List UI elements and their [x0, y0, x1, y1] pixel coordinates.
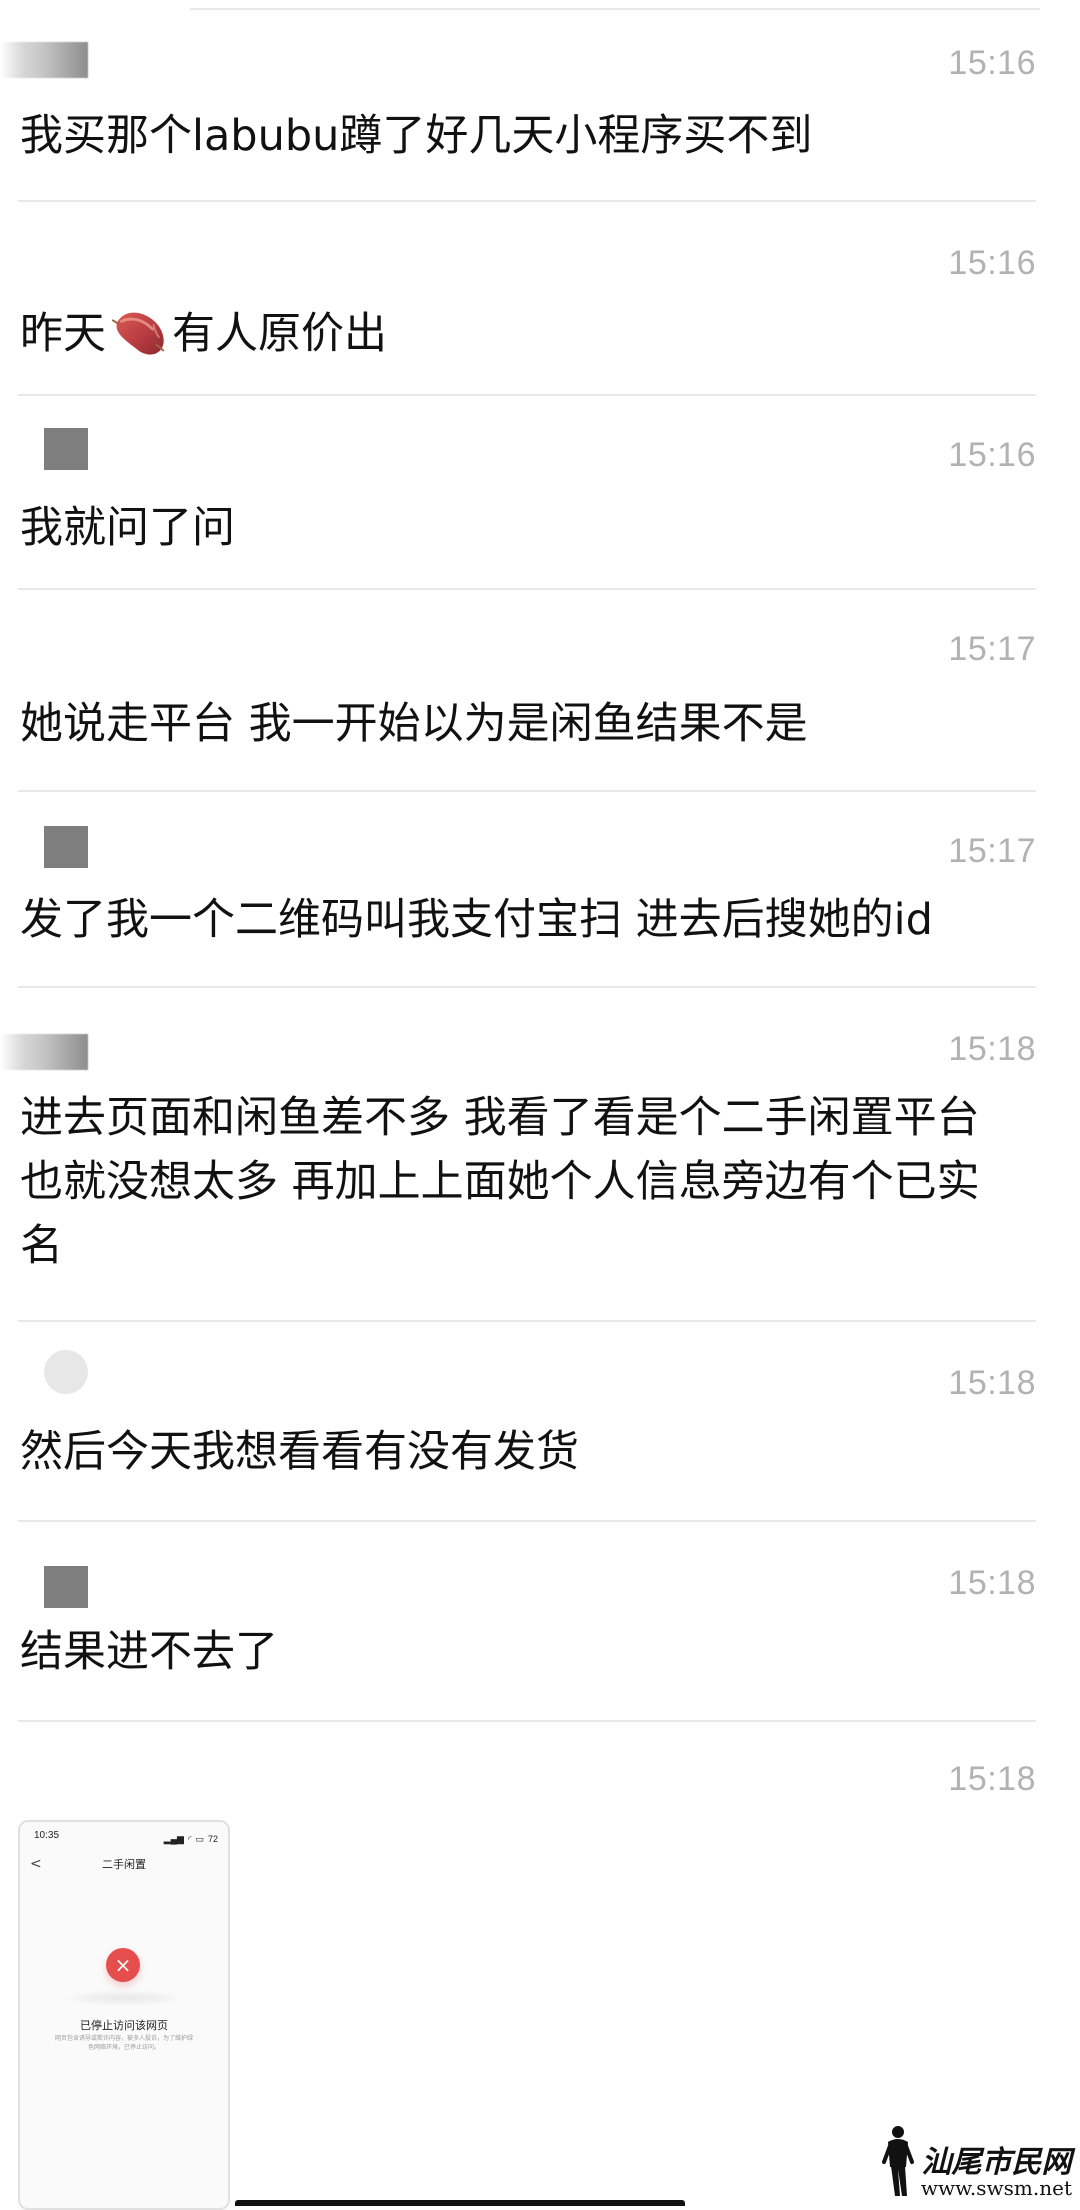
- divider: [18, 790, 1036, 792]
- watermark-title: 汕尾市民网: [921, 2145, 1072, 2180]
- avatar[interactable]: [44, 428, 88, 470]
- close-icon: ×: [106, 1948, 140, 1982]
- home-indicator: [235, 2200, 685, 2206]
- message-time: 15:16: [948, 436, 1036, 474]
- battery-level: 72: [207, 1834, 218, 1844]
- message-time: 15:16: [948, 44, 1036, 82]
- message-time: 15:18: [948, 1030, 1036, 1068]
- message-text: 结果进不去了: [20, 1627, 278, 1677]
- watermark-url: www.swsm.net: [920, 2176, 1072, 2200]
- message-time: 15:18: [948, 1364, 1036, 1402]
- message-text-end: 有人原价出: [172, 309, 387, 359]
- avatar[interactable]: [44, 826, 88, 868]
- phone-status-bar: 10:35 ▂▄▆ ◜ ▭ 72: [34, 1830, 218, 1848]
- message-text: 然后今天我想看看有没有发货: [20, 1427, 579, 1477]
- divider: [18, 1520, 1036, 1522]
- divider: [18, 1320, 1036, 1322]
- message-time: 15:17: [948, 832, 1036, 870]
- watermark-text: 汕尾市民网 www.swsm.net: [920, 2145, 1072, 2200]
- message-time: 15:18: [948, 1760, 1036, 1798]
- screenshot-attachment[interactable]: 10:35 ▂▄▆ ◜ ▭ 72 < 二手闲置 × 已停止访问该网页 网页包含诱…: [18, 1820, 230, 2210]
- divider: [190, 8, 1040, 10]
- avatar[interactable]: [44, 1566, 88, 1608]
- sweet-potato-icon: [111, 312, 165, 355]
- divider: [18, 200, 1036, 202]
- divider: [18, 588, 1036, 590]
- message-text: 她说走平台 我一开始以为是闲鱼结果不是: [20, 699, 808, 749]
- status-time: 10:35: [34, 1830, 60, 1841]
- message-time: 15:17: [948, 630, 1036, 668]
- message-text: 我就问了问: [20, 503, 235, 553]
- signal-icon: ▂▄▆: [163, 1833, 184, 1844]
- status-icons: ▂▄▆ ◜ ▭ 72: [164, 1830, 218, 1848]
- divider: [18, 986, 1036, 988]
- message-text: 发了我一个二维码叫我支付宝扫 进去后搜她的id: [20, 895, 933, 945]
- site-watermark: 汕尾市民网 www.swsm.net: [879, 2124, 1072, 2198]
- avatar[interactable]: [0, 42, 88, 78]
- message-text-start: 昨天: [20, 309, 106, 359]
- person-logo-icon: [881, 2126, 914, 2196]
- error-shadow: [62, 1990, 186, 2006]
- message-time: 15:18: [948, 1564, 1036, 1602]
- message-text: 我买那个labubu蹲了好几天小程序买不到: [20, 111, 813, 161]
- divider: [18, 394, 1036, 396]
- divider: [18, 1720, 1036, 1722]
- message-text: 昨天 有人原价出: [20, 302, 1020, 366]
- wifi-icon: ◜: [187, 1833, 192, 1844]
- message-text: 进去页面和闲鱼差不多 我看了看是个二手闲置平台也就没想太多 再加上上面她个人信息…: [20, 1093, 980, 1271]
- battery-icon: ▭: [195, 1833, 204, 1844]
- avatar[interactable]: [0, 1034, 88, 1070]
- back-icon: <: [30, 1856, 42, 1872]
- avatar[interactable]: [44, 1350, 88, 1394]
- attachment-title: 二手闲置: [102, 1858, 146, 1871]
- attachment-header: < 二手闲置: [20, 1856, 228, 1878]
- message-time: 15:16: [948, 244, 1036, 282]
- blocked-page-title: 已停止访问该网页: [80, 2019, 168, 2032]
- blocked-page-description: 网页包含诱导或欺诈内容，被多人投诉，为了维护绿色网络环境，已停止访问。: [54, 2035, 193, 2051]
